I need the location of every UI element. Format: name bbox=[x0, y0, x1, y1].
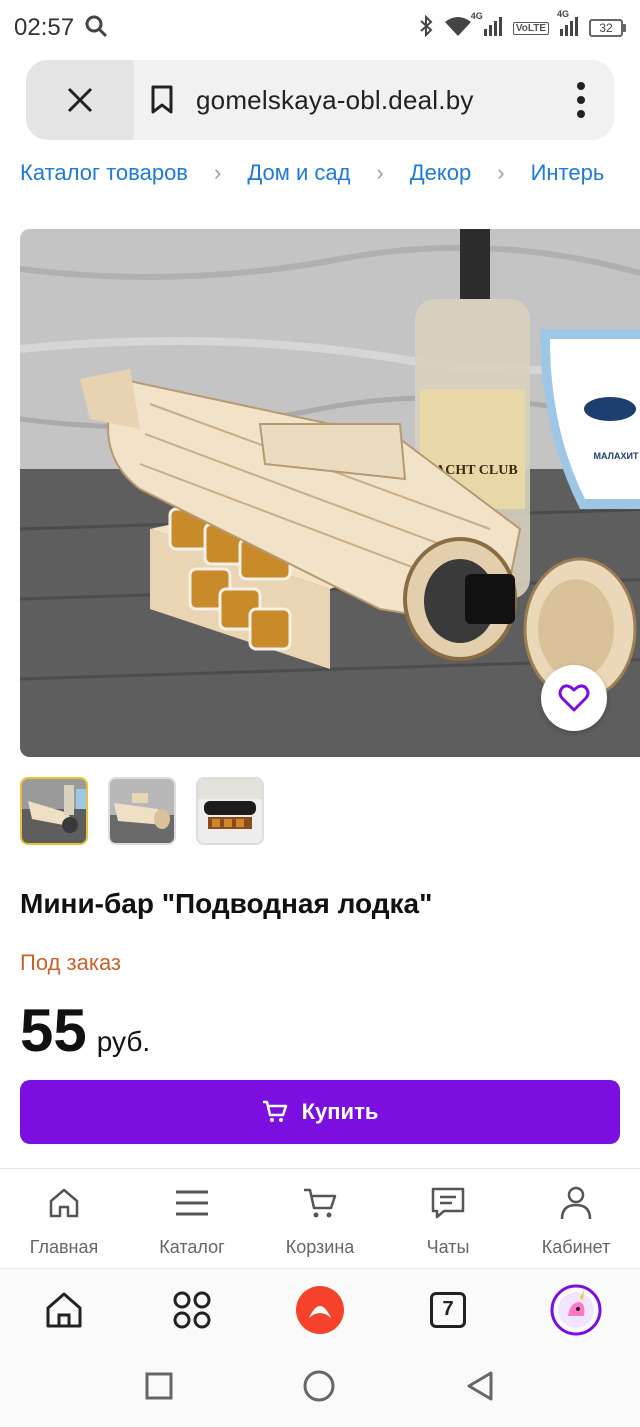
chevron-right-icon: › bbox=[376, 160, 384, 185]
site-bottom-nav: Главная Каталог Корзина Чаты Кабинет bbox=[0, 1168, 640, 1268]
nav-label: Каталог bbox=[159, 1237, 225, 1257]
product-title: Мини-бар "Подводная лодка" bbox=[20, 888, 433, 919]
nav-item-chats[interactable]: Чаты bbox=[384, 1169, 512, 1268]
bluetooth-icon bbox=[419, 14, 433, 42]
alice-icon bbox=[296, 1285, 344, 1334]
nav-label: Кабинет bbox=[541, 1237, 611, 1257]
search-icon bbox=[84, 14, 108, 43]
browser-bottom-bar: 7 bbox=[0, 1268, 640, 1350]
network-type-label: 4G bbox=[470, 10, 483, 21]
back-triangle-icon bbox=[467, 1371, 493, 1401]
battery-icon: 32 bbox=[589, 19, 626, 37]
browser-home-button[interactable] bbox=[24, 1280, 104, 1340]
home-icon bbox=[46, 1292, 82, 1327]
thumbnail-2[interactable] bbox=[108, 777, 176, 845]
grid-icon bbox=[173, 1291, 211, 1328]
system-home-button[interactable] bbox=[302, 1369, 336, 1408]
wifi-icon: 4G bbox=[443, 11, 483, 42]
bookmark-icon bbox=[151, 85, 173, 114]
browser-apps-button[interactable] bbox=[152, 1280, 232, 1340]
price-currency: руб. bbox=[96, 1026, 151, 1057]
breadcrumb-link-catalog[interactable]: Каталог товаров bbox=[20, 160, 188, 186]
status-bar: 02:57 4G VoLTE 4G 32 bbox=[0, 0, 640, 56]
battery-level: 32 bbox=[589, 19, 623, 37]
availability-status: Под заказ bbox=[20, 950, 122, 975]
status-clock: 02:57 bbox=[14, 14, 75, 41]
recents-button[interactable] bbox=[145, 1372, 173, 1405]
heart-icon bbox=[558, 684, 590, 712]
menu-icon bbox=[174, 1183, 210, 1223]
volte-badge: VoLTE bbox=[512, 21, 549, 35]
buy-button[interactable]: Купить bbox=[20, 1080, 620, 1144]
breadcrumb-link-decor[interactable]: Декор bbox=[410, 160, 471, 186]
home-icon bbox=[47, 1183, 81, 1223]
cart-icon bbox=[262, 1100, 287, 1122]
breadcrumb-link-home-garden[interactable]: Дом и сад bbox=[247, 160, 350, 186]
nav-item-home[interactable]: Главная bbox=[0, 1169, 128, 1268]
signal-icon: 4G bbox=[557, 9, 579, 42]
profile-button[interactable] bbox=[536, 1280, 616, 1340]
nav-item-cart[interactable]: Корзина bbox=[256, 1169, 384, 1268]
price: 55 руб. bbox=[20, 996, 150, 1065]
thumbnail-strip bbox=[20, 777, 264, 845]
square-icon bbox=[145, 1372, 173, 1400]
system-back-button[interactable] bbox=[465, 1370, 495, 1407]
nav-label: Чаты bbox=[426, 1237, 470, 1257]
avatar bbox=[550, 1284, 602, 1335]
address-bar[interactable]: gomelskaya-obl.deal.by bbox=[26, 60, 614, 140]
system-nav-bar bbox=[0, 1350, 640, 1427]
network-type-label: 4G bbox=[557, 8, 570, 19]
tabs-count: 7 bbox=[430, 1291, 466, 1328]
close-tab-button[interactable] bbox=[26, 60, 134, 140]
nav-item-account[interactable]: Кабинет bbox=[512, 1169, 640, 1268]
url-host[interactable]: gomelskaya-obl.deal.by bbox=[196, 85, 474, 116]
breadcrumb: Каталог товаров › Дом и сад › Декор › Ин… bbox=[20, 156, 640, 190]
chat-icon bbox=[430, 1183, 466, 1223]
user-icon bbox=[559, 1183, 593, 1223]
cart-icon bbox=[302, 1183, 338, 1223]
buy-button-label: Купить bbox=[301, 1099, 379, 1124]
browser-menu-button[interactable] bbox=[576, 82, 586, 123]
more-vertical-icon bbox=[577, 82, 585, 118]
chevron-right-icon: › bbox=[497, 160, 505, 185]
chevron-right-icon: › bbox=[214, 160, 222, 185]
tabs-button[interactable]: 7 bbox=[408, 1280, 488, 1340]
nav-label: Главная bbox=[29, 1237, 99, 1257]
bookmark-button[interactable] bbox=[150, 85, 174, 120]
thumbnail-3[interactable] bbox=[196, 777, 264, 845]
pennant-brand-label: МАЛАХИТ bbox=[594, 451, 639, 461]
close-icon bbox=[67, 87, 93, 113]
alice-assistant-button[interactable] bbox=[280, 1280, 360, 1340]
price-value: 55 bbox=[20, 997, 87, 1064]
breadcrumb-link-interior[interactable]: Интерь bbox=[531, 160, 605, 186]
thumbnail-1[interactable] bbox=[20, 777, 88, 845]
favorite-button[interactable] bbox=[541, 665, 607, 731]
circle-icon bbox=[303, 1370, 335, 1402]
nav-item-catalog[interactable]: Каталог bbox=[128, 1169, 256, 1268]
signal-icon bbox=[483, 15, 503, 42]
nav-label: Корзина bbox=[285, 1237, 355, 1257]
